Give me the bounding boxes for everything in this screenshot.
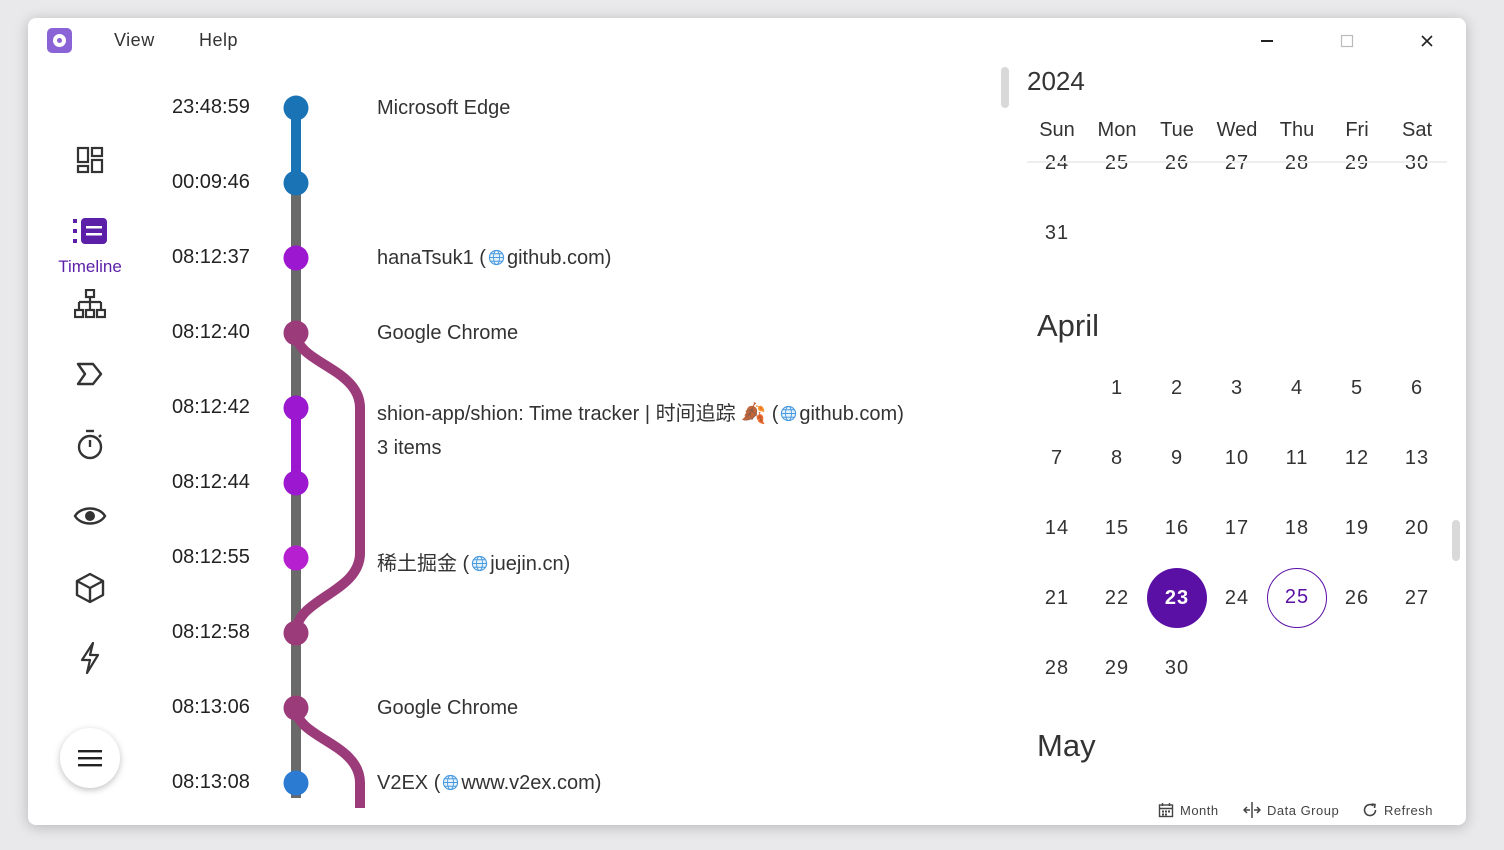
event-title: 稀土掘金 ( <box>377 553 470 575</box>
close-icon <box>1421 35 1433 47</box>
event-google-chrome[interactable]: Google Chrome <box>377 697 518 720</box>
maximize-icon <box>1340 34 1354 48</box>
calendar-day[interactable]: 2 <box>1147 358 1207 418</box>
calendar-icon <box>1158 803 1174 818</box>
calendar-day[interactable]: 13 <box>1387 428 1447 488</box>
calendar-day[interactable]: 16 <box>1147 498 1207 558</box>
scrollbar-thumb[interactable] <box>1452 520 1460 561</box>
refresh-label: Refresh <box>1384 802 1434 818</box>
event-microsoft-edge[interactable]: Microsoft Edge <box>377 97 510 120</box>
calendar-day[interactable]: 31 <box>1027 203 1087 263</box>
minimize-button[interactable] <box>1250 26 1284 56</box>
event-paren: ( <box>771 403 779 425</box>
month-view-label: Month <box>1180 802 1219 818</box>
event-v2ex[interactable]: V2EX ( www.v2ex.com) <box>377 772 601 795</box>
event-google-chrome[interactable]: Google Chrome <box>377 322 518 345</box>
weekday-label: Mon <box>1097 119 1137 141</box>
calendar-day[interactable]: 26 <box>1327 568 1387 628</box>
weekday-label: Thu <box>1279 119 1315 141</box>
globe-icon <box>472 555 488 572</box>
event-juejin[interactable]: 稀土掘金 ( juejin.cn) <box>377 547 570 576</box>
timeline-node[interactable] <box>283 770 309 796</box>
weekday-label: Sun <box>1039 119 1075 141</box>
event-site: www.v2ex.com) <box>461 772 602 794</box>
globe-icon <box>781 405 797 422</box>
timeline-node[interactable] <box>283 695 309 721</box>
calendar-day[interactable]: 12 <box>1327 428 1387 488</box>
calendar-day[interactable]: 15 <box>1087 498 1147 558</box>
calendar-day[interactable]: 30 <box>1147 638 1207 698</box>
data-group-button[interactable]: Data Group <box>1243 802 1339 818</box>
data-group-icon <box>1243 802 1261 818</box>
event-title: V2EX ( <box>377 772 441 794</box>
timeline-node[interactable] <box>283 95 309 121</box>
timeline-node[interactable] <box>283 170 309 196</box>
calendar-day[interactable]: 22 <box>1087 568 1147 628</box>
calendar-day[interactable]: 8 <box>1087 428 1147 488</box>
timeline-node[interactable] <box>283 395 309 421</box>
calendar-day[interactable]: 3 <box>1207 358 1267 418</box>
calendar-day-selected[interactable]: 23 <box>1147 568 1207 628</box>
event-title: shion-app/shion: Time tracker | 时间追踪 <box>377 403 736 425</box>
event-hanatsuk1-github[interactable]: hanaTsuk1 ( github.com) <box>377 247 611 270</box>
refresh-button[interactable]: Refresh <box>1362 802 1433 818</box>
month-view-button[interactable]: Month <box>1158 802 1219 818</box>
calendar-day[interactable]: 24 <box>1207 568 1267 628</box>
calendar-day[interactable]: 29 <box>1087 638 1147 698</box>
weekday-label: Tue <box>1160 119 1194 141</box>
calendar-day[interactable]: 6 <box>1387 358 1447 418</box>
timeline-node[interactable] <box>283 245 309 271</box>
calendar-day[interactable]: 20 <box>1387 498 1447 558</box>
calendar-day[interactable]: 28 <box>1027 638 1087 698</box>
app-window: View Help Timeline 23:48:59 00:09:46 08:… <box>28 18 1466 825</box>
calendar-year: 2024 <box>1027 66 1085 96</box>
calendar-day[interactable]: 14 <box>1027 498 1087 558</box>
timeline-node[interactable] <box>283 320 309 346</box>
event-site: github.com) <box>799 403 904 425</box>
calendar-day[interactable]: 17 <box>1207 498 1267 558</box>
timeline-node[interactable] <box>283 545 309 571</box>
calendar-day[interactable]: 10 <box>1207 428 1267 488</box>
calendar-day[interactable]: 9 <box>1147 428 1207 488</box>
event-site: juejin.cn) <box>490 553 571 575</box>
weekday-divider <box>1027 161 1447 163</box>
calendar-day[interactable]: 1 <box>1087 358 1147 418</box>
calendar-day[interactable]: 27 <box>1387 568 1447 628</box>
event-items-count[interactable]: 3 items <box>377 437 441 460</box>
maximize-button[interactable] <box>1330 26 1364 56</box>
calendar-day-today[interactable]: 25 <box>1267 568 1327 628</box>
month-title-may: May <box>1037 728 1096 763</box>
weekday-label: Wed <box>1216 119 1258 141</box>
event-site: github.com) <box>506 247 612 269</box>
data-group-label: Data Group <box>1267 802 1340 818</box>
calendar-day[interactable]: 5 <box>1327 358 1387 418</box>
event-shion-github[interactable]: shion-app/shion: Time tracker | 时间追踪 🍂 (… <box>377 397 904 426</box>
calendar-day[interactable]: 4 <box>1267 358 1327 418</box>
timeline-node[interactable] <box>283 470 309 496</box>
calendar-day[interactable]: 11 <box>1267 428 1327 488</box>
timeline-node[interactable] <box>283 620 309 646</box>
calendar-day[interactable]: 21 <box>1027 568 1087 628</box>
calendar-day[interactable]: 19 <box>1327 498 1387 558</box>
timeline-graph <box>283 95 365 808</box>
weekday-label: Sat <box>1401 119 1433 141</box>
leaf-emoji: 🍂 <box>741 403 767 425</box>
close-button[interactable] <box>1410 26 1444 56</box>
globe-icon <box>443 774 459 791</box>
refresh-icon <box>1363 803 1377 817</box>
scrollbar-thumb[interactable] <box>1001 67 1009 108</box>
weekday-label: Fri <box>1345 119 1369 141</box>
calendar-day[interactable]: 7 <box>1027 428 1087 488</box>
calendar-day[interactable]: 18 <box>1267 498 1327 558</box>
month-title-april: April <box>1037 308 1100 343</box>
event-title: hanaTsuk1 ( <box>377 247 486 269</box>
globe-icon <box>488 249 505 266</box>
minimize-icon <box>1261 40 1273 42</box>
timeline-branch-chrome <box>291 707 365 808</box>
